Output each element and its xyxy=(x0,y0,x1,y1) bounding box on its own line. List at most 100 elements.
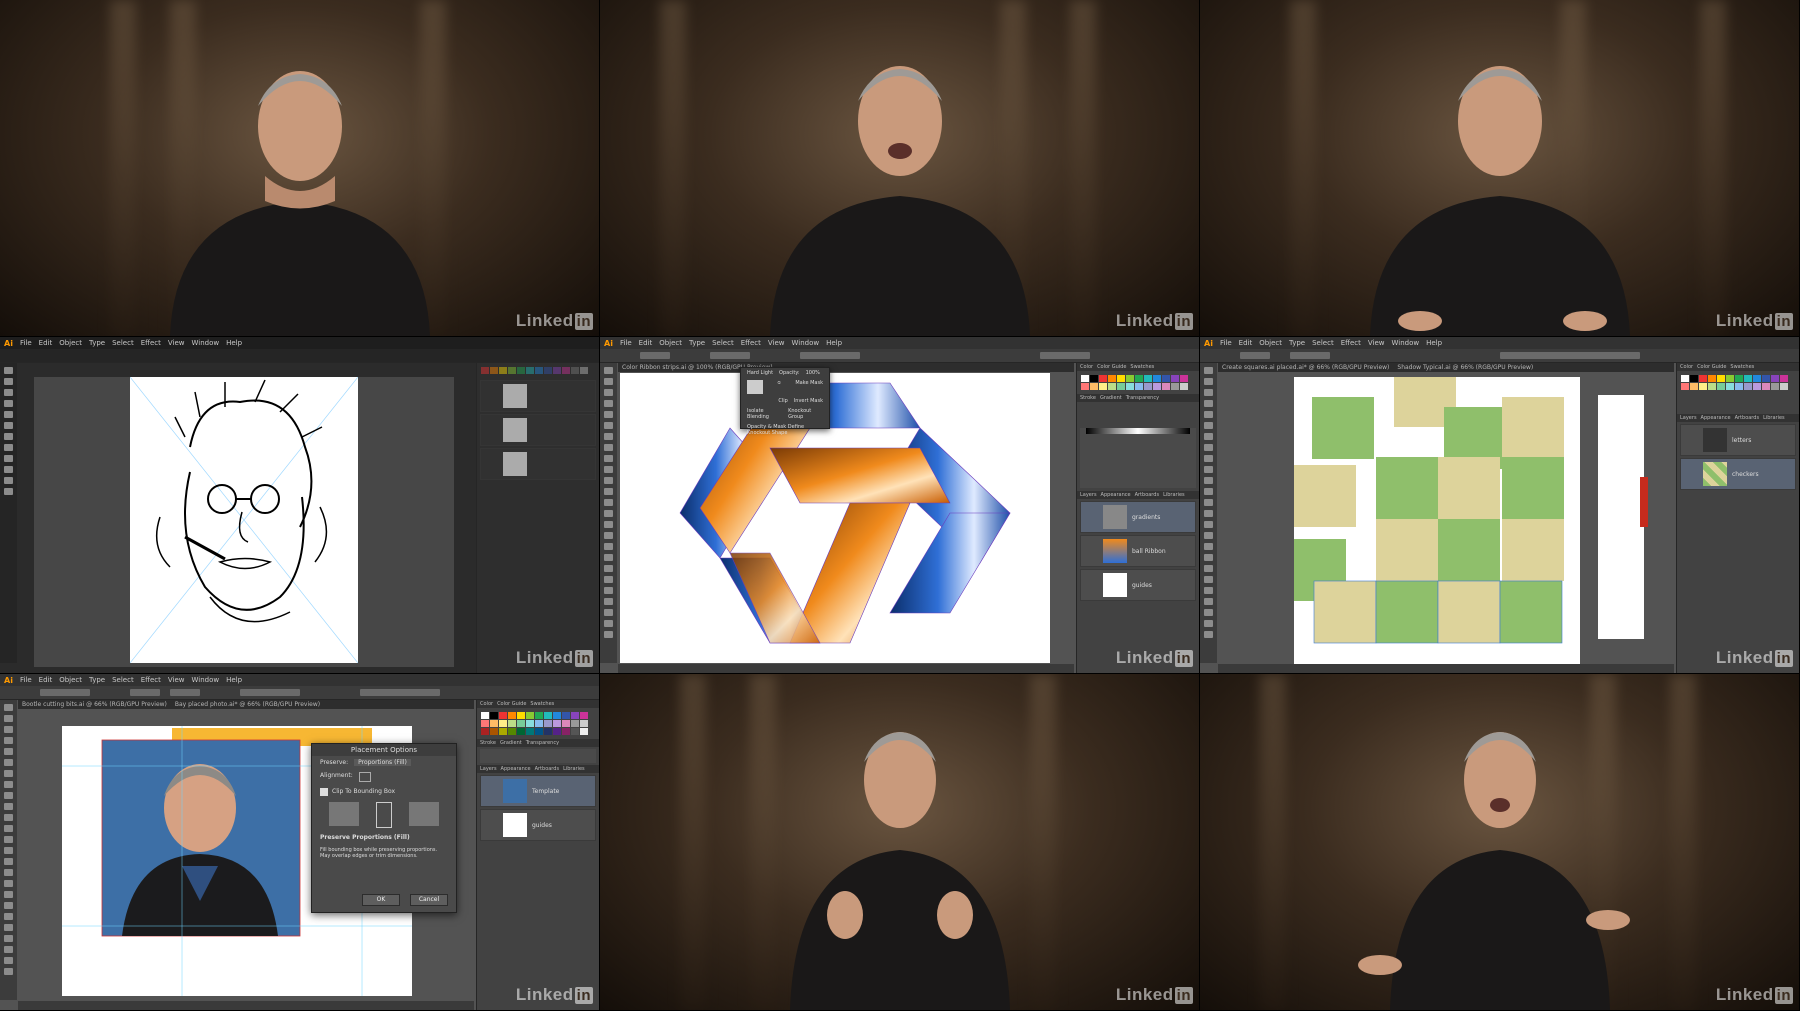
stroke-panel[interactable] xyxy=(480,749,596,763)
placement-options-dialog[interactable]: Placement Options Preserve: Proportions (… xyxy=(311,743,457,913)
opacity-field[interactable]: 100% xyxy=(806,370,820,376)
menu-type[interactable]: Type xyxy=(1289,339,1305,347)
preview-arrow-icon xyxy=(375,802,392,828)
presenter-figure xyxy=(789,732,1010,1010)
layer-row[interactable] xyxy=(480,380,596,412)
layer-row-letters[interactable]: letters xyxy=(1680,424,1796,456)
menu-file[interactable]: File xyxy=(20,339,32,347)
menu-window[interactable]: Window xyxy=(1392,339,1420,347)
menu-view[interactable]: View xyxy=(1368,339,1385,347)
layers-tabs[interactable]: Layers Appearance Artboards Libraries xyxy=(477,765,599,773)
menu-view[interactable]: View xyxy=(768,339,785,347)
menu-effect[interactable]: Effect xyxy=(141,676,161,684)
document-tab[interactable]: Bay placed photo.ai* @ 66% (RGB/GPU Prev… xyxy=(175,700,320,709)
menu-help[interactable]: Help xyxy=(226,676,242,684)
menu-select[interactable]: Select xyxy=(112,339,134,347)
make-mask-button[interactable]: Make Mask xyxy=(795,380,823,394)
document-tab[interactable]: Bootle cutting bits.ai @ 66% (RGB/GPU Pr… xyxy=(22,700,167,709)
menu-select[interactable]: Select xyxy=(712,339,734,347)
clip-checkbox[interactable] xyxy=(320,788,328,796)
isolate-blending-checkbox[interactable]: Isolate Blending xyxy=(747,408,782,420)
layers-tabs[interactable]: Layers Appearance Artboards Libraries xyxy=(1677,414,1799,422)
opacity-mask-checkbox[interactable]: Opacity & Mask Define Knockout Shape xyxy=(747,424,804,436)
layer-row-ball-ribbon[interactable]: ball Ribbon xyxy=(1080,535,1196,567)
swatches-panel[interactable] xyxy=(1677,371,1799,394)
alignment-grid-icon[interactable] xyxy=(358,772,371,782)
menu-edit[interactable]: Edit xyxy=(39,339,53,347)
tools-panel[interactable] xyxy=(0,363,17,663)
menu-object[interactable]: Object xyxy=(59,339,82,347)
menu-window[interactable]: Window xyxy=(192,339,220,347)
tools-panel[interactable] xyxy=(0,700,17,1000)
illustrator-checkers-tile: Ai File Edit Object Type Select Effect V… xyxy=(1200,337,1800,674)
menu-view[interactable]: View xyxy=(168,339,185,347)
menu-object[interactable]: Object xyxy=(1259,339,1282,347)
menu-object[interactable]: Object xyxy=(59,676,82,684)
linkedin-watermark: Linked in xyxy=(1715,985,1793,1004)
menu-type[interactable]: Type xyxy=(89,676,105,684)
menu-window[interactable]: Window xyxy=(192,676,220,684)
gradient-tabs[interactable]: Stroke Gradient Transparency xyxy=(1077,394,1199,402)
gradient-panel[interactable] xyxy=(1080,428,1196,488)
menu-window[interactable]: Window xyxy=(792,339,820,347)
layer-row-guides[interactable]: guides xyxy=(1080,569,1196,601)
right-panels xyxy=(476,363,599,673)
opacity-label: Opacity: xyxy=(779,370,800,376)
right-panels: Color Color Guide Swatches Layers Appearanc… xyxy=(1676,363,1799,673)
swatches-panel[interactable] xyxy=(477,708,599,739)
menu-effect[interactable]: Effect xyxy=(141,339,161,347)
menu-help[interactable]: Help xyxy=(1426,339,1442,347)
document-tab[interactable]: Shadow Typical.ai @ 66% (RGB/GPU Preview… xyxy=(1397,363,1533,372)
menu-object[interactable]: Object xyxy=(659,339,682,347)
menu-type[interactable]: Type xyxy=(689,339,705,347)
cancel-button[interactable]: Cancel xyxy=(410,894,448,906)
alignment-label: Alignment: xyxy=(320,772,353,779)
menu-file[interactable]: File xyxy=(20,676,32,684)
menu-type[interactable]: Type xyxy=(89,339,105,347)
control-bar xyxy=(0,686,599,700)
invert-mask-checkbox[interactable]: Invert Mask xyxy=(794,398,823,404)
menu-effect[interactable]: Effect xyxy=(741,339,761,347)
no-mask-icon[interactable]: ⦸ xyxy=(778,380,781,394)
layers-tabs[interactable]: Layers Appearance Artboards Libraries xyxy=(1077,491,1199,499)
menu-edit[interactable]: Edit xyxy=(1239,339,1253,347)
stroke-tabs[interactable]: Stroke Gradient Transparency xyxy=(477,739,599,747)
canvas-area[interactable] xyxy=(34,376,454,667)
layer-row-guides[interactable]: guides xyxy=(480,809,596,841)
menu-help[interactable]: Help xyxy=(226,339,242,347)
layer-row[interactable] xyxy=(480,448,596,480)
menu-select[interactable]: Select xyxy=(112,676,134,684)
menu-select[interactable]: Select xyxy=(1312,339,1334,347)
preserve-select[interactable]: Proportions (Fill) xyxy=(354,759,411,766)
ai-logo: Ai xyxy=(4,675,13,685)
swatches-panel[interactable] xyxy=(477,363,599,378)
swatches-panel[interactable] xyxy=(1077,371,1199,394)
menu-edit[interactable]: Edit xyxy=(639,339,653,347)
layer-row-gradients[interactable]: gradients xyxy=(1080,501,1196,533)
swatches-tabs[interactable]: Color Color Guide Swatches xyxy=(477,700,599,708)
tools-panel[interactable] xyxy=(600,363,617,663)
layer-row-checkers[interactable]: checkers xyxy=(1680,458,1796,490)
menu-effect[interactable]: Effect xyxy=(1341,339,1361,347)
swatches-tabs[interactable]: Color Color Guide Swatches xyxy=(1677,363,1799,371)
preview-before-icon xyxy=(328,802,359,826)
menu-file[interactable]: File xyxy=(620,339,632,347)
tools-panel[interactable] xyxy=(1200,363,1217,663)
layer-row-template[interactable]: Template xyxy=(480,775,596,807)
menu-file[interactable]: File xyxy=(1220,339,1232,347)
swatches-tabs[interactable]: Color Color Guide Swatches xyxy=(1077,363,1199,371)
gradient-slider[interactable] xyxy=(1086,428,1190,434)
blend-mode-select[interactable]: Hard Light xyxy=(747,370,773,376)
layer-row[interactable] xyxy=(480,414,596,446)
menu-help[interactable]: Help xyxy=(826,339,842,347)
ok-button[interactable]: OK xyxy=(362,894,400,906)
knockout-group-checkbox[interactable]: Knockout Group xyxy=(788,408,823,420)
menu-edit[interactable]: Edit xyxy=(39,676,53,684)
menu-view[interactable]: View xyxy=(168,676,185,684)
transparency-popup[interactable]: Hard Light Opacity: 100% ⦸ Make Mask Clip In… xyxy=(740,367,830,436)
artboard[interactable] xyxy=(1284,377,1580,665)
artboard[interactable] xyxy=(620,373,1050,663)
document-tab[interactable]: Create squares.ai placed.ai* @ 66% (RGB/… xyxy=(1222,363,1389,372)
menu-bar: Ai File Edit Object Type Select Effect V… xyxy=(600,337,1199,349)
clip-checkbox[interactable]: Clip xyxy=(778,398,787,404)
